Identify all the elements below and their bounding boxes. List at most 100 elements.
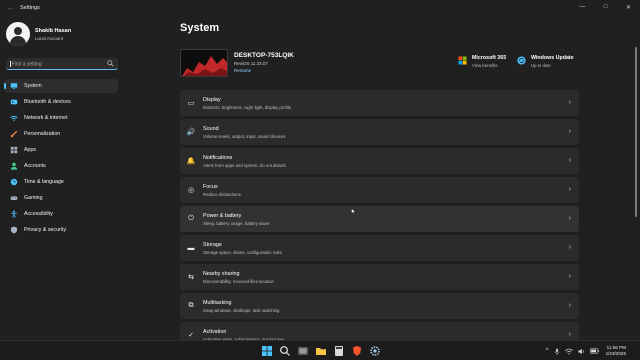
- microsoft-logo-icon: [458, 56, 467, 65]
- chevron-right-icon: ›: [568, 128, 571, 135]
- sidebar-item-time-language[interactable]: Time & language: [4, 175, 118, 189]
- card-subtitle: Reduce distractions: [203, 191, 241, 197]
- card-title: Activation: [203, 328, 227, 335]
- battery-icon[interactable]: [589, 348, 599, 354]
- bluetooth-icon: [10, 99, 18, 105]
- sidebar-item-label: Network & internet: [24, 115, 68, 121]
- scrollbar[interactable]: [635, 47, 637, 217]
- calculator-icon[interactable]: [333, 345, 345, 357]
- card-subtitle: Volume levels, output, input, sound devi…: [203, 133, 286, 139]
- sidebar-item-network[interactable]: Network & internet: [4, 111, 118, 125]
- sidebar-item-accessibility[interactable]: Accessibility: [4, 207, 118, 221]
- quick-link-subtitle: View benefits: [472, 63, 498, 68]
- sidebar-item-personalization[interactable]: Personalization: [4, 127, 118, 141]
- sidebar-item-label: Accounts: [24, 163, 46, 169]
- sidebar-item-apps[interactable]: Apps: [4, 143, 118, 157]
- card-title: Focus: [203, 183, 218, 190]
- maximize-button[interactable]: □: [594, 0, 617, 14]
- sidebar-item-gaming[interactable]: Gaming: [4, 191, 118, 205]
- settings-card-multitasking[interactable]: ⧉ Multitasking Snap windows, desktops, t…: [180, 293, 579, 319]
- windows-start-icon[interactable]: [261, 345, 273, 357]
- multitask-icon: ⧉: [188, 302, 194, 309]
- share-icon: ⇆: [188, 274, 194, 281]
- device-wallpaper-thumbnail: [180, 49, 228, 77]
- settings-card-power-battery[interactable]: ⏻ Power & battery Sleep, battery usage, …: [180, 206, 579, 232]
- microphone-icon[interactable]: [554, 347, 560, 355]
- card-title: Notifications: [203, 154, 233, 161]
- minimize-button[interactable]: —: [571, 0, 594, 14]
- gamepad-icon: [10, 196, 18, 200]
- sidebar-item-privacy[interactable]: Privacy & security: [4, 223, 118, 237]
- chevron-right-icon: ›: [568, 99, 571, 106]
- chevron-right-icon: ›: [568, 302, 571, 309]
- avatar: [6, 22, 30, 46]
- windows-update-link[interactable]: Windows Update Up to date: [517, 55, 574, 68]
- settings-card-sound[interactable]: 🔊 Sound Volume levels, output, input, so…: [180, 119, 579, 145]
- system-tray: ^ 11:56 PM 1/23/2025: [546, 341, 640, 360]
- settings-card-storage[interactable]: ▬ Storage Storage space, drives, configu…: [180, 235, 579, 261]
- sidebar-item-label: Time & language: [24, 179, 64, 185]
- chevron-right-icon: ›: [568, 157, 571, 164]
- task-view-icon[interactable]: [297, 345, 309, 357]
- file-explorer-icon[interactable]: [315, 345, 327, 357]
- sidebar-item-label: Gaming: [24, 195, 43, 201]
- quick-link-title: Microsoft 365: [472, 55, 507, 61]
- settings-card-nearby-sharing[interactable]: ⇆ Nearby sharing Discoverability, receiv…: [180, 264, 579, 290]
- settings-gear-icon[interactable]: [369, 345, 381, 357]
- card-title: Multitasking: [203, 299, 232, 306]
- card-subtitle: Discoverability, received files location: [203, 278, 274, 284]
- taskbar: ^ 11:56 PM 1/23/2025: [0, 340, 640, 360]
- sidebar-item-system[interactable]: System: [4, 79, 118, 93]
- window-title: Settings: [20, 5, 40, 11]
- chevron-right-icon: ›: [568, 331, 571, 338]
- chevron-right-icon: ›: [568, 215, 571, 222]
- card-title: Sound: [203, 125, 219, 132]
- card-title: Nearby sharing: [203, 270, 240, 277]
- speaker-icon: 🔊: [186, 129, 196, 136]
- search-icon[interactable]: [107, 60, 114, 67]
- storage-icon: ▬: [187, 244, 195, 252]
- card-subtitle: Sleep, battery usage, battery saver: [203, 220, 270, 226]
- monitor-icon: [10, 83, 18, 89]
- device-summary: DESKTOP-753LQIK ReviOS 11 23.07 Rename: [180, 49, 294, 77]
- volume-icon[interactable]: [577, 348, 585, 355]
- sidebar-item-bluetooth[interactable]: Bluetooth & devices: [4, 95, 118, 109]
- accessibility-icon: [11, 210, 17, 218]
- chevron-right-icon: ›: [568, 186, 571, 193]
- user-profile[interactable]: Shakib Hasan Local Account: [6, 22, 71, 46]
- activation-icon: ✓: [188, 332, 194, 339]
- settings-list: ▭ Display Monitors, brightness, night li…: [180, 90, 579, 351]
- card-title: Storage: [203, 241, 222, 248]
- close-button[interactable]: ✕: [617, 0, 640, 14]
- page-title: System: [180, 22, 220, 34]
- search-input[interactable]: Find a setting: [6, 58, 118, 70]
- clock[interactable]: 11:56 PM 1/23/2025: [606, 345, 626, 357]
- search-icon[interactable]: [279, 345, 291, 357]
- sidebar-item-label: Privacy & security: [24, 227, 67, 233]
- clock-date: 1/23/2025: [605, 351, 626, 356]
- taskbar-apps: [261, 345, 387, 357]
- power-icon: ⏻: [188, 215, 194, 222]
- rename-link[interactable]: Rename: [234, 68, 294, 73]
- back-arrow-icon[interactable]: ←: [4, 5, 18, 12]
- user-account-type: Local Account: [35, 35, 64, 41]
- brush-icon: [10, 130, 18, 138]
- settings-card-notifications[interactable]: 🔔 Notifications Alerts from apps and sys…: [180, 148, 579, 174]
- settings-card-focus[interactable]: ◎ Focus Reduce distractions ›: [180, 177, 579, 203]
- bell-icon: 🔔: [186, 158, 196, 165]
- chevron-right-icon: ›: [568, 244, 571, 251]
- settings-card-display[interactable]: ▭ Display Monitors, brightness, night li…: [180, 90, 579, 116]
- sidebar-item-label: Accessibility: [24, 211, 53, 217]
- focus-icon: ◎: [187, 187, 195, 194]
- wifi-icon[interactable]: [564, 348, 573, 355]
- shield-icon: [10, 226, 18, 234]
- sidebar-item-accounts[interactable]: Accounts: [4, 159, 118, 173]
- clock-globe-icon: [10, 178, 18, 186]
- window-controls: — □ ✕: [571, 0, 640, 14]
- microsoft-365-link[interactable]: Microsoft 365 View benefits: [458, 55, 506, 68]
- chevron-right-icon: ›: [568, 273, 571, 280]
- device-name: DESKTOP-753LQIK: [234, 52, 294, 59]
- wifi-icon: [10, 115, 18, 122]
- brave-browser-icon[interactable]: [351, 345, 363, 357]
- chevron-up-icon[interactable]: ^: [546, 348, 549, 354]
